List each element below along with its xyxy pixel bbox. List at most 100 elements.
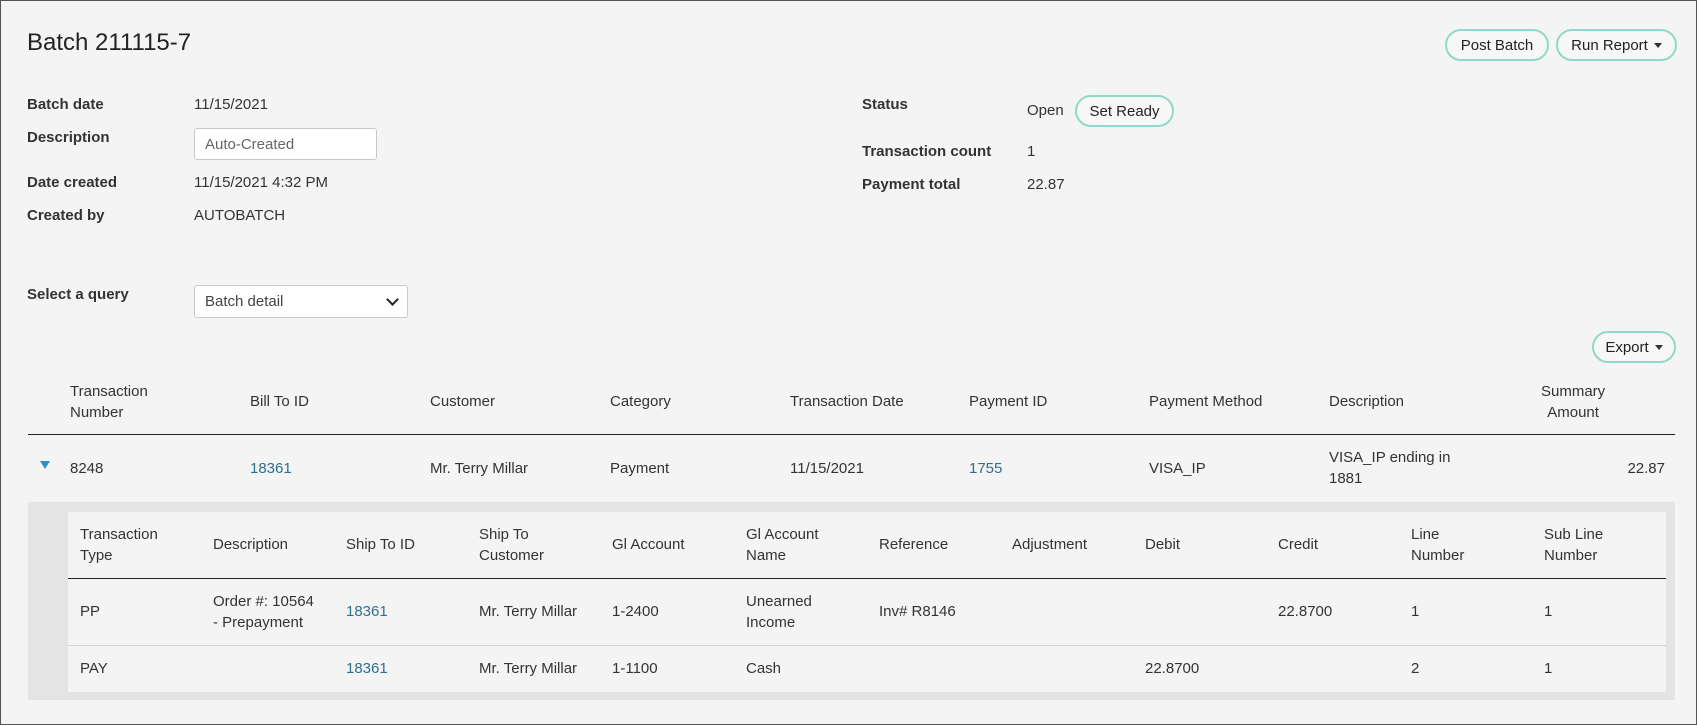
batch-page: Batch 211115-7 Post Batch Run Report Bat… — [0, 0, 1697, 725]
row-payment-id-link[interactable]: 1755 — [969, 458, 1002, 479]
query-selected-value: Batch detail — [205, 293, 284, 310]
sub-row-line-number: 2 — [1411, 660, 1420, 677]
chevron-down-icon — [386, 293, 399, 306]
row-payment-method: VISA_IP — [1149, 460, 1206, 477]
sub-row-divider — [68, 645, 1666, 646]
set-ready-label: Set Ready — [1089, 102, 1160, 120]
col-customer[interactable]: Customer — [430, 391, 495, 412]
sub-row-ship-to-customer: Mr. Terry Millar — [479, 603, 578, 620]
created-by-value: AUTOBATCH — [194, 207, 286, 224]
export-button[interactable]: Export — [1592, 331, 1676, 363]
status-label: Status — [862, 96, 908, 113]
expand-toggle-icon[interactable] — [40, 461, 50, 469]
row-description-line1: VISA_IP ending in — [1329, 449, 1451, 466]
sub-row-sub-line-number: 1 — [1544, 660, 1553, 677]
row-customer: Mr. Terry Millar — [430, 460, 529, 477]
sub-row-ship-to-id-link[interactable]: 18361 — [346, 658, 388, 679]
query-select[interactable]: Batch detail — [194, 285, 408, 318]
sub-row-reference: Inv# R8146 — [879, 603, 956, 620]
transaction-count-value: 1 — [1027, 143, 1036, 160]
sub-col-transaction-type-line1: Transaction — [80, 526, 158, 543]
sub-row-gl-account-name-line2: Income — [746, 614, 796, 631]
col-transaction-date[interactable]: Transaction Date — [790, 391, 904, 412]
sub-row-gl-account: 1-2400 — [612, 603, 659, 620]
sub-col-sub-line-number-line1: Sub Line — [1544, 526, 1604, 543]
row-summary-amount: 22.87 — [1627, 460, 1665, 477]
sub-col-sub-line-number-line2: Number — [1544, 547, 1598, 564]
run-report-button[interactable]: Run Report — [1556, 29, 1677, 61]
sub-col-line-number-line2: Number — [1411, 547, 1465, 564]
sub-row-gl-account-name: Cash — [746, 660, 782, 677]
sub-col-gl-account-name-line1: Gl Account — [746, 526, 819, 543]
description-label: Description — [27, 129, 110, 146]
sub-col-adjustment[interactable]: Adjustment — [1012, 534, 1087, 555]
col-transaction-number[interactable]: Transaction Number — [70, 381, 148, 423]
col-description[interactable]: Description — [1329, 391, 1404, 412]
sub-col-ship-to-customer[interactable]: Ship To Customer — [479, 524, 544, 566]
sub-row-description-line1: Order #: 10564 — [213, 593, 314, 610]
row-transaction-number: 8248 — [70, 460, 104, 477]
set-ready-button[interactable]: Set Ready — [1075, 95, 1174, 127]
batch-date-value: 11/15/2021 — [194, 96, 268, 113]
col-transaction-number-line2: Number — [70, 404, 124, 421]
sub-row-gl-account-name: Unearned Income — [746, 591, 812, 633]
description-input[interactable] — [194, 128, 377, 160]
col-summary-amount-line1: Summary — [1541, 383, 1606, 400]
sub-row-gl-account: 1-1100 — [612, 660, 658, 677]
created-by-label: Created by — [27, 207, 105, 224]
sub-row-ship-to-id-link[interactable]: 18361 — [346, 601, 388, 622]
select-query-label: Select a query — [27, 286, 129, 303]
sub-col-reference[interactable]: Reference — [879, 534, 948, 555]
batch-date-label: Batch date — [27, 96, 104, 113]
sub-row-sub-line-number: 1 — [1544, 603, 1553, 620]
row-description-line2: 1881 — [1329, 470, 1363, 487]
sub-col-credit[interactable]: Credit — [1278, 534, 1318, 555]
sub-col-gl-account-name[interactable]: Gl Account Name — [746, 524, 819, 566]
sub-col-line-number-line1: Line — [1411, 526, 1440, 543]
col-payment-id[interactable]: Payment ID — [969, 391, 1047, 412]
sub-row-description: Order #: 10564 - Prepayment — [213, 591, 314, 633]
col-transaction-number-line1: Transaction — [70, 383, 148, 400]
row-transaction-date: 11/15/2021 — [790, 460, 864, 477]
sub-col-gl-account[interactable]: Gl Account — [612, 534, 685, 555]
sub-row-debit: 22.8700 — [1145, 660, 1200, 677]
transaction-count-label: Transaction count — [862, 143, 992, 160]
caret-down-icon — [1654, 344, 1663, 350]
sub-col-sub-line-number[interactable]: Sub Line Number — [1544, 524, 1603, 566]
payment-total-value: 22.87 — [1027, 176, 1065, 193]
sub-row-line-number: 1 — [1411, 603, 1420, 620]
sub-header-divider — [68, 578, 1666, 579]
sub-row-credit: 22.8700 — [1278, 603, 1333, 620]
sub-row-ship-to-customer: Mr. Terry Millar — [479, 660, 578, 677]
sub-row-description-line2: - Prepayment — [213, 614, 304, 631]
post-batch-label: Post Batch — [1460, 36, 1534, 54]
sub-row-transaction-type: PP — [80, 603, 101, 620]
page-title: Batch 211115-7 — [27, 29, 192, 56]
run-report-label: Run Report — [1571, 36, 1648, 54]
caret-down-icon — [1653, 42, 1662, 48]
status-value: Open — [1027, 102, 1064, 119]
export-label: Export — [1605, 338, 1649, 356]
sub-col-transaction-type[interactable]: Transaction Type — [80, 524, 158, 566]
sub-col-gl-account-name-line2: Name — [746, 547, 787, 564]
sub-row-transaction-type: PAY — [80, 660, 108, 677]
col-summary-amount[interactable]: Summary Amount — [1541, 381, 1605, 423]
sub-col-ship-to-id[interactable]: Ship To ID — [346, 534, 415, 555]
row-bill-to-id-link[interactable]: 18361 — [250, 458, 292, 479]
date-created-value: 11/15/2021 4:32 PM — [194, 174, 328, 191]
payment-total-label: Payment total — [862, 176, 961, 193]
sub-col-description[interactable]: Description — [213, 534, 288, 555]
col-summary-amount-line2: Amount — [1547, 404, 1599, 421]
sub-col-transaction-type-line2: Type — [80, 547, 113, 564]
col-category[interactable]: Category — [610, 391, 671, 412]
col-bill-to-id[interactable]: Bill To ID — [250, 391, 309, 412]
col-payment-method[interactable]: Payment Method — [1149, 391, 1262, 412]
date-created-label: Date created — [27, 174, 118, 191]
post-batch-button[interactable]: Post Batch — [1445, 29, 1549, 61]
sub-col-line-number[interactable]: Line Number — [1411, 524, 1464, 566]
sub-col-ship-to-customer-line1: Ship To — [479, 526, 529, 543]
sub-col-debit[interactable]: Debit — [1145, 534, 1180, 555]
row-description: VISA_IP ending in 1881 — [1329, 447, 1450, 489]
sub-row-gl-account-name-line1: Unearned — [746, 593, 812, 610]
sub-col-ship-to-customer-line2: Customer — [479, 547, 545, 564]
